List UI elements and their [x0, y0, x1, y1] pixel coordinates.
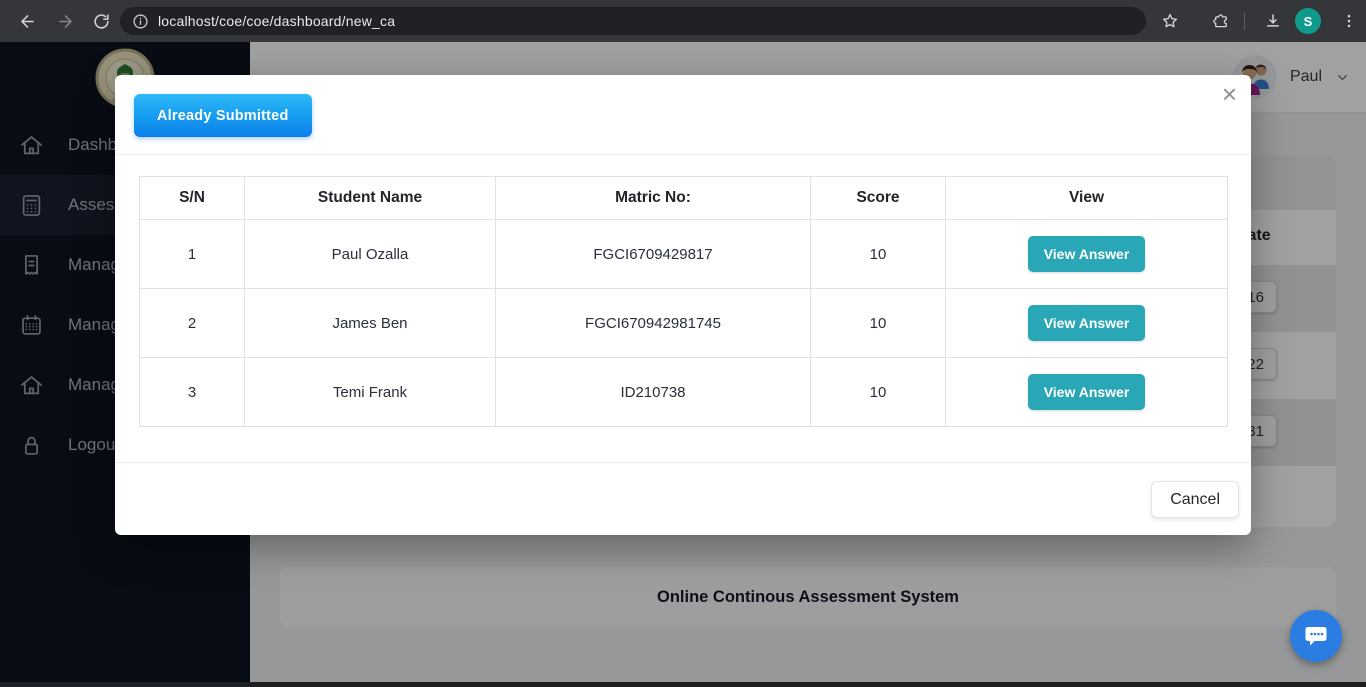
view-answer-button[interactable]: View Answer: [1028, 236, 1146, 272]
back-icon[interactable]: [10, 4, 44, 38]
reload-icon[interactable]: [84, 4, 118, 38]
modal-header: Already Submitted ×: [115, 75, 1251, 155]
table-row: 2 James Ben FGCI670942981745 10 View Ans…: [140, 289, 1228, 358]
site-info-icon[interactable]: [132, 13, 149, 30]
chat-bubble-icon: [1302, 622, 1330, 650]
col-header-matric: Matric No:: [496, 177, 811, 220]
cell-matric: FGCI6709429817: [496, 220, 811, 289]
cell-name: Paul Ozalla: [245, 220, 496, 289]
address-bar[interactable]: localhost/coe/coe/dashboard/new_ca: [120, 7, 1146, 35]
already-submitted-button[interactable]: Already Submitted: [134, 94, 312, 137]
table-row: 1 Paul Ozalla FGCI6709429817 10 View Ans…: [140, 220, 1228, 289]
bookmark-star-icon[interactable]: [1153, 4, 1187, 38]
extensions-icon[interactable]: [1204, 4, 1238, 38]
toolbar-divider: [1244, 12, 1245, 30]
already-submitted-modal: Already Submitted × S/N Student Name Mat…: [115, 75, 1251, 535]
cell-matric: ID210738: [496, 358, 811, 427]
chat-widget-button[interactable]: [1290, 610, 1342, 662]
cell-view: View Answer: [946, 358, 1228, 427]
menu-kebab-icon[interactable]: [1332, 4, 1366, 38]
view-answer-button[interactable]: View Answer: [1028, 305, 1146, 341]
url-text: localhost/coe/coe/dashboard/new_ca: [158, 13, 395, 29]
cell-score: 10: [811, 220, 946, 289]
close-icon[interactable]: ×: [1222, 81, 1237, 107]
cell-view: View Answer: [946, 220, 1228, 289]
browser-profile-avatar[interactable]: S: [1295, 8, 1321, 34]
cell-view: View Answer: [946, 289, 1228, 358]
cell-name: James Ben: [245, 289, 496, 358]
browser-chrome: localhost/coe/coe/dashboard/new_ca S: [0, 0, 1366, 42]
table-row: 3 Temi Frank ID210738 10 View Answer: [140, 358, 1228, 427]
cell-sn: 2: [140, 289, 245, 358]
forward-icon[interactable]: [48, 4, 82, 38]
col-header-score: Score: [811, 177, 946, 220]
view-answer-button[interactable]: View Answer: [1028, 374, 1146, 410]
cell-score: 10: [811, 358, 946, 427]
modal-footer: Cancel: [115, 462, 1251, 535]
table-header-row: S/N Student Name Matric No: Score View: [140, 177, 1228, 220]
cell-sn: 1: [140, 220, 245, 289]
cell-sn: 3: [140, 358, 245, 427]
cell-matric: FGCI670942981745: [496, 289, 811, 358]
col-header-name: Student Name: [245, 177, 496, 220]
col-header-view: View: [946, 177, 1228, 220]
cell-name: Temi Frank: [245, 358, 496, 427]
submitted-students-table: S/N Student Name Matric No: Score View 1…: [139, 176, 1228, 427]
col-header-sn: S/N: [140, 177, 245, 220]
download-icon[interactable]: [1256, 4, 1290, 38]
cancel-button[interactable]: Cancel: [1151, 481, 1239, 518]
cell-score: 10: [811, 289, 946, 358]
